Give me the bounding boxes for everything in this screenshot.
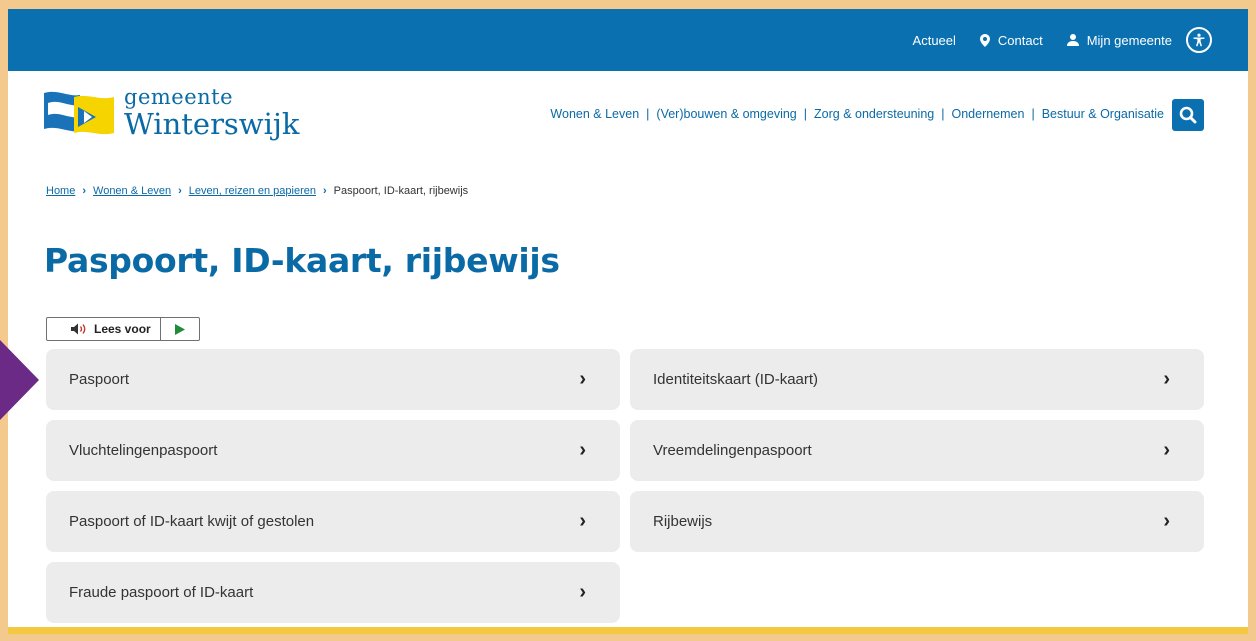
read-aloud-label: Lees voor: [94, 322, 151, 336]
mijn-gemeente-link[interactable]: Mijn gemeente: [1066, 32, 1172, 48]
accessibility-icon: [1193, 33, 1205, 47]
chevron-right-icon: ›: [579, 439, 586, 461]
breadcrumb-wonen-leven[interactable]: Wonen & Leven: [93, 185, 171, 197]
chevron-right-icon: ›: [1163, 439, 1170, 461]
bottom-accent-strip: [8, 627, 1248, 634]
breadcrumb-current: Paspoort, ID-kaart, rijbewijs: [333, 185, 469, 197]
contact-link[interactable]: Contact: [979, 32, 1043, 48]
tile-identiteitskaart[interactable]: Identiteitskaart (ID-kaart) ›: [630, 349, 1204, 410]
site-header: gemeente Winterswijk Wonen & Leven | (Ve…: [8, 71, 1248, 181]
logo[interactable]: gemeente Winterswijk: [44, 87, 299, 139]
search-button[interactable]: [1172, 99, 1204, 131]
nav-separator: |: [646, 107, 650, 121]
location-pin-icon: [979, 33, 990, 47]
tile-vreemdelingenpaspoort[interactable]: Vreemdelingenpaspoort ›: [630, 420, 1204, 481]
nav-item-ondernemen[interactable]: Ondernemen: [951, 107, 1024, 121]
read-aloud-button[interactable]: Lees voor: [47, 318, 161, 340]
contact-label: Contact: [997, 32, 1043, 48]
breadcrumb: Home › Wonen & Leven › Leven, reizen en …: [46, 185, 468, 197]
chevron-right-icon: ›: [178, 185, 182, 197]
tile-fraude[interactable]: Fraude paspoort of ID-kaart ›: [46, 562, 620, 623]
tile-label: Fraude paspoort of ID-kaart: [69, 584, 254, 601]
tile-rijbewijs[interactable]: Rijbewijs ›: [630, 491, 1204, 552]
search-icon: [1179, 106, 1197, 124]
main-nav: Wonen & Leven | (Ver)bouwen & omgeving |…: [550, 107, 1164, 121]
accessibility-button[interactable]: [1186, 27, 1212, 53]
readspeaker-widget: Lees voor: [46, 317, 200, 341]
nav-item-bestuur[interactable]: Bestuur & Organisatie: [1042, 107, 1164, 121]
nav-separator: |: [941, 107, 945, 121]
nav-separator: |: [803, 107, 808, 121]
logo-text: gemeente Winterswijk: [124, 87, 299, 139]
logo-flag-icon: [44, 91, 114, 135]
pointer-marker: [0, 340, 39, 420]
page-title: Paspoort, ID-kaart, rijbewijs: [44, 241, 560, 280]
chevron-right-icon: ›: [579, 368, 586, 390]
breadcrumb-leven-reizen[interactable]: Leven, reizen en papieren: [189, 185, 316, 197]
tile-vluchtelingenpaspoort[interactable]: Vluchtelingenpaspoort ›: [46, 420, 620, 481]
mijn-gemeente-label: Mijn gemeente: [1086, 32, 1172, 48]
play-button[interactable]: [161, 318, 199, 340]
top-bar: Actueel Contact Mijn gemeente: [8, 9, 1248, 71]
tile-label: Vluchtelingenpaspoort: [69, 442, 218, 459]
chevron-right-icon: ›: [579, 581, 586, 603]
chevron-right-icon: ›: [322, 185, 327, 197]
logo-line2: Winterswijk: [124, 107, 300, 141]
chevron-right-icon: ›: [579, 510, 586, 532]
tile-label: Paspoort of ID-kaart kwijt of gestolen: [69, 513, 315, 530]
tile-label: Vreemdelingenpaspoort: [653, 442, 812, 459]
chevron-right-icon: ›: [1163, 510, 1170, 532]
nav-item-verbouwen[interactable]: (Ver)bouwen & omgeving: [656, 107, 796, 121]
page-frame: Actueel Contact Mijn gemeente gemeente W…: [8, 9, 1248, 634]
logo-line1: gemeente: [124, 85, 234, 109]
actueel-label: Actueel: [912, 32, 956, 48]
breadcrumb-home[interactable]: Home: [46, 185, 75, 197]
nav-item-zorg[interactable]: Zorg & ondersteuning: [814, 107, 934, 121]
speaker-icon: [71, 323, 86, 335]
chevron-right-icon: ›: [1163, 368, 1170, 390]
chevron-right-icon: ›: [82, 185, 87, 197]
user-icon: [1066, 34, 1079, 46]
play-icon: [174, 323, 185, 335]
tile-kwijt-gestolen[interactable]: Paspoort of ID-kaart kwijt of gestolen ›: [46, 491, 620, 552]
actueel-link[interactable]: Actueel: [913, 33, 956, 48]
tile-label: Rijbewijs: [653, 513, 713, 530]
tile-label: Identiteitskaart (ID-kaart): [653, 371, 819, 388]
nav-separator: |: [1031, 107, 1035, 121]
tile-paspoort[interactable]: Paspoort ›: [46, 349, 620, 410]
nav-item-wonen-leven[interactable]: Wonen & Leven: [550, 107, 639, 121]
tile-label: Paspoort: [69, 371, 130, 388]
